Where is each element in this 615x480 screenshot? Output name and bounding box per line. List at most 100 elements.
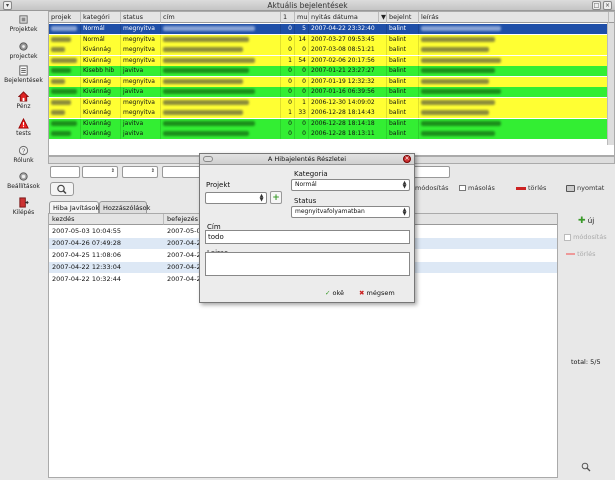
table-row[interactable]: Kivánnág megnyitva 0 0 2007-03-08 08:51:21 ba… <box>49 45 614 55</box>
cancel-button[interactable]: ✖ mégsem <box>359 287 395 299</box>
plus-icon: + <box>272 193 280 203</box>
blurred-text <box>421 68 495 73</box>
redacted-cell <box>49 55 81 66</box>
table-cell: javitva <box>121 66 161 76</box>
table-cell: 0 <box>281 118 295 129</box>
sidebar-item-beallitasok[interactable]: Beállítások <box>0 171 47 190</box>
column-header[interactable]: bejelnt <box>387 12 419 23</box>
print-button[interactable]: nyomtat <box>566 182 604 194</box>
redacted-cell <box>161 76 281 87</box>
printer-icon <box>566 184 575 192</box>
table-row[interactable]: Kivánnág javitva 0 0 2006-12-28 18:13:11 bali… <box>49 129 614 139</box>
table-cell: Kivánnág <box>81 97 121 108</box>
column-header[interactable]: 1 <box>281 12 295 23</box>
blurred-text <box>421 36 495 42</box>
copy-button[interactable]: másolás <box>459 182 495 194</box>
dialog-close-button[interactable]: × <box>403 155 411 163</box>
description-textarea[interactable] <box>205 252 410 276</box>
table-cell: Kisebb hib <box>81 66 121 76</box>
sidebar-item-penz[interactable]: Pénz <box>0 91 47 110</box>
table-row[interactable]: Kivánnág javitva 0 0 2007-01-16 06:39:56 bali… <box>49 87 614 97</box>
table-row[interactable]: Normál megnyitva 0 14 2007-03-27 09:53:45 bal… <box>49 34 614 45</box>
redacted-cell <box>419 24 609 34</box>
filter-description-input[interactable] <box>410 166 450 178</box>
delete-button[interactable]: törlés <box>516 182 546 194</box>
column-header[interactable]: cím <box>161 12 281 23</box>
blurred-text <box>163 26 255 31</box>
updown-icon: ▲ ▼ <box>402 207 407 217</box>
tab-hozzaszolasok[interactable]: Hozzászólások <box>99 201 150 213</box>
sidebar-item-rolunk[interactable]: ? Rólunk <box>0 145 47 164</box>
column-header[interactable]: mu <box>295 12 309 23</box>
edit-icon <box>564 233 571 241</box>
dialog-menu-button[interactable] <box>203 156 213 162</box>
copy-icon <box>459 185 466 191</box>
search-button[interactable] <box>50 182 74 196</box>
table-cell: 2007-04-26 07:49:28 <box>52 239 122 247</box>
table-row[interactable]: Normál megnyitva 0 5 2007-04-22 23:32:40 bali… <box>49 24 614 34</box>
table-row[interactable]: Kivánnág megnyitva 1 33 2006-12-28 18:14:43 b… <box>49 108 614 118</box>
vertical-scrollbar[interactable] <box>607 23 614 145</box>
table-cell: 0 <box>281 97 295 108</box>
document-icon <box>19 65 28 76</box>
table-row[interactable]: Kisebb hib javitva 0 0 2007-01-21 23:27:27 ba… <box>49 66 614 76</box>
ok-button[interactable]: ✓ okê <box>325 287 344 299</box>
table-cell: Normál <box>81 24 121 34</box>
filter-category-select[interactable]: ⇕ <box>82 166 118 178</box>
table-cell: javitva <box>121 129 161 139</box>
project-select[interactable]: ▲ ▼ <box>205 192 267 204</box>
table-cell: 5 <box>295 24 309 34</box>
tab-hiba-javitasok[interactable]: Hiba Javítások <box>49 201 99 213</box>
redacted-cell <box>161 24 281 34</box>
table-cell: balint <box>387 45 419 55</box>
table-row[interactable]: Kivánnág megnyitva 1 54 2007-02-06 20:17:56 b… <box>49 55 614 66</box>
search-icon[interactable] <box>581 462 591 472</box>
table-cell: megnyitva <box>121 34 161 45</box>
table-cell: 1 <box>281 55 295 66</box>
sidebar-item-bejelentesek[interactable]: Bejelentések <box>0 65 47 84</box>
column-header[interactable]: status <box>121 12 161 23</box>
filter-project-input[interactable] <box>50 166 80 178</box>
new-fix-button[interactable]: ✚ új <box>578 216 594 226</box>
home-icon <box>18 91 29 102</box>
table-cell: 2007-01-19 12:32:32 <box>309 76 387 87</box>
delete-icon <box>566 253 575 255</box>
delete-fix-button[interactable]: törlés <box>566 250 595 258</box>
column-header[interactable]: nyitás dátuma <box>309 12 379 23</box>
sidebar-item-projectek[interactable]: projectek <box>0 41 47 60</box>
filter-status-select[interactable]: ⇕ <box>122 166 158 178</box>
sidebar-item-tests[interactable]: tests <box>0 118 47 137</box>
modify-fix-button[interactable]: módosítás <box>564 233 607 241</box>
table-row[interactable]: Kivánnág javitva 0 0 2006-12-28 18:14:18 bali… <box>49 118 614 129</box>
window-close-button[interactable]: × <box>603 1 612 10</box>
redacted-cell <box>49 118 81 129</box>
filter-title-input[interactable] <box>162 166 202 178</box>
table-cell: 2007-02-06 20:17:56 <box>309 55 387 66</box>
table-cell: balint <box>387 24 419 34</box>
blurred-text <box>163 36 249 42</box>
column-header[interactable]: kategóri <box>81 12 121 23</box>
column-header[interactable]: leírás <box>419 12 609 23</box>
status-select[interactable]: megnyitvafolyamatban ▲ ▼ <box>291 206 410 218</box>
column-header[interactable]: kezdés <box>49 214 164 225</box>
sidebar-item-label: Bejelentések <box>4 77 43 84</box>
column-header[interactable]: projek <box>49 12 81 23</box>
sidebar-item-label: Projektek <box>9 26 38 33</box>
sidebar-item-projektek[interactable]: Projektek <box>0 14 47 33</box>
blurred-text <box>51 57 77 63</box>
warning-icon <box>18 118 29 129</box>
table-row[interactable]: Kivánnág megnyitva 0 0 2007-01-19 12:32:32 ba… <box>49 76 614 87</box>
modify-button[interactable]: módosítás <box>415 182 449 194</box>
window-menu-button[interactable]: ▾ <box>3 1 12 10</box>
title-input[interactable]: todo <box>205 230 410 244</box>
window-maximize-button[interactable]: □ <box>592 1 601 10</box>
table-row[interactable]: Kivánnág megnyitva 0 1 2006-12-30 14:09:02 ba… <box>49 97 614 108</box>
add-project-button[interactable]: + <box>270 191 282 204</box>
table-cell: 2006-12-30 14:09:02 <box>309 97 387 108</box>
category-select[interactable]: Normál ▲ ▼ <box>291 179 410 191</box>
redacted-cell <box>419 45 609 55</box>
redacted-cell <box>419 108 609 118</box>
table-cell: megnyitva <box>121 45 161 55</box>
sidebar-item-kilepes[interactable]: Kilépés <box>0 197 47 216</box>
table-cell: 2006-12-28 18:14:18 <box>309 118 387 129</box>
